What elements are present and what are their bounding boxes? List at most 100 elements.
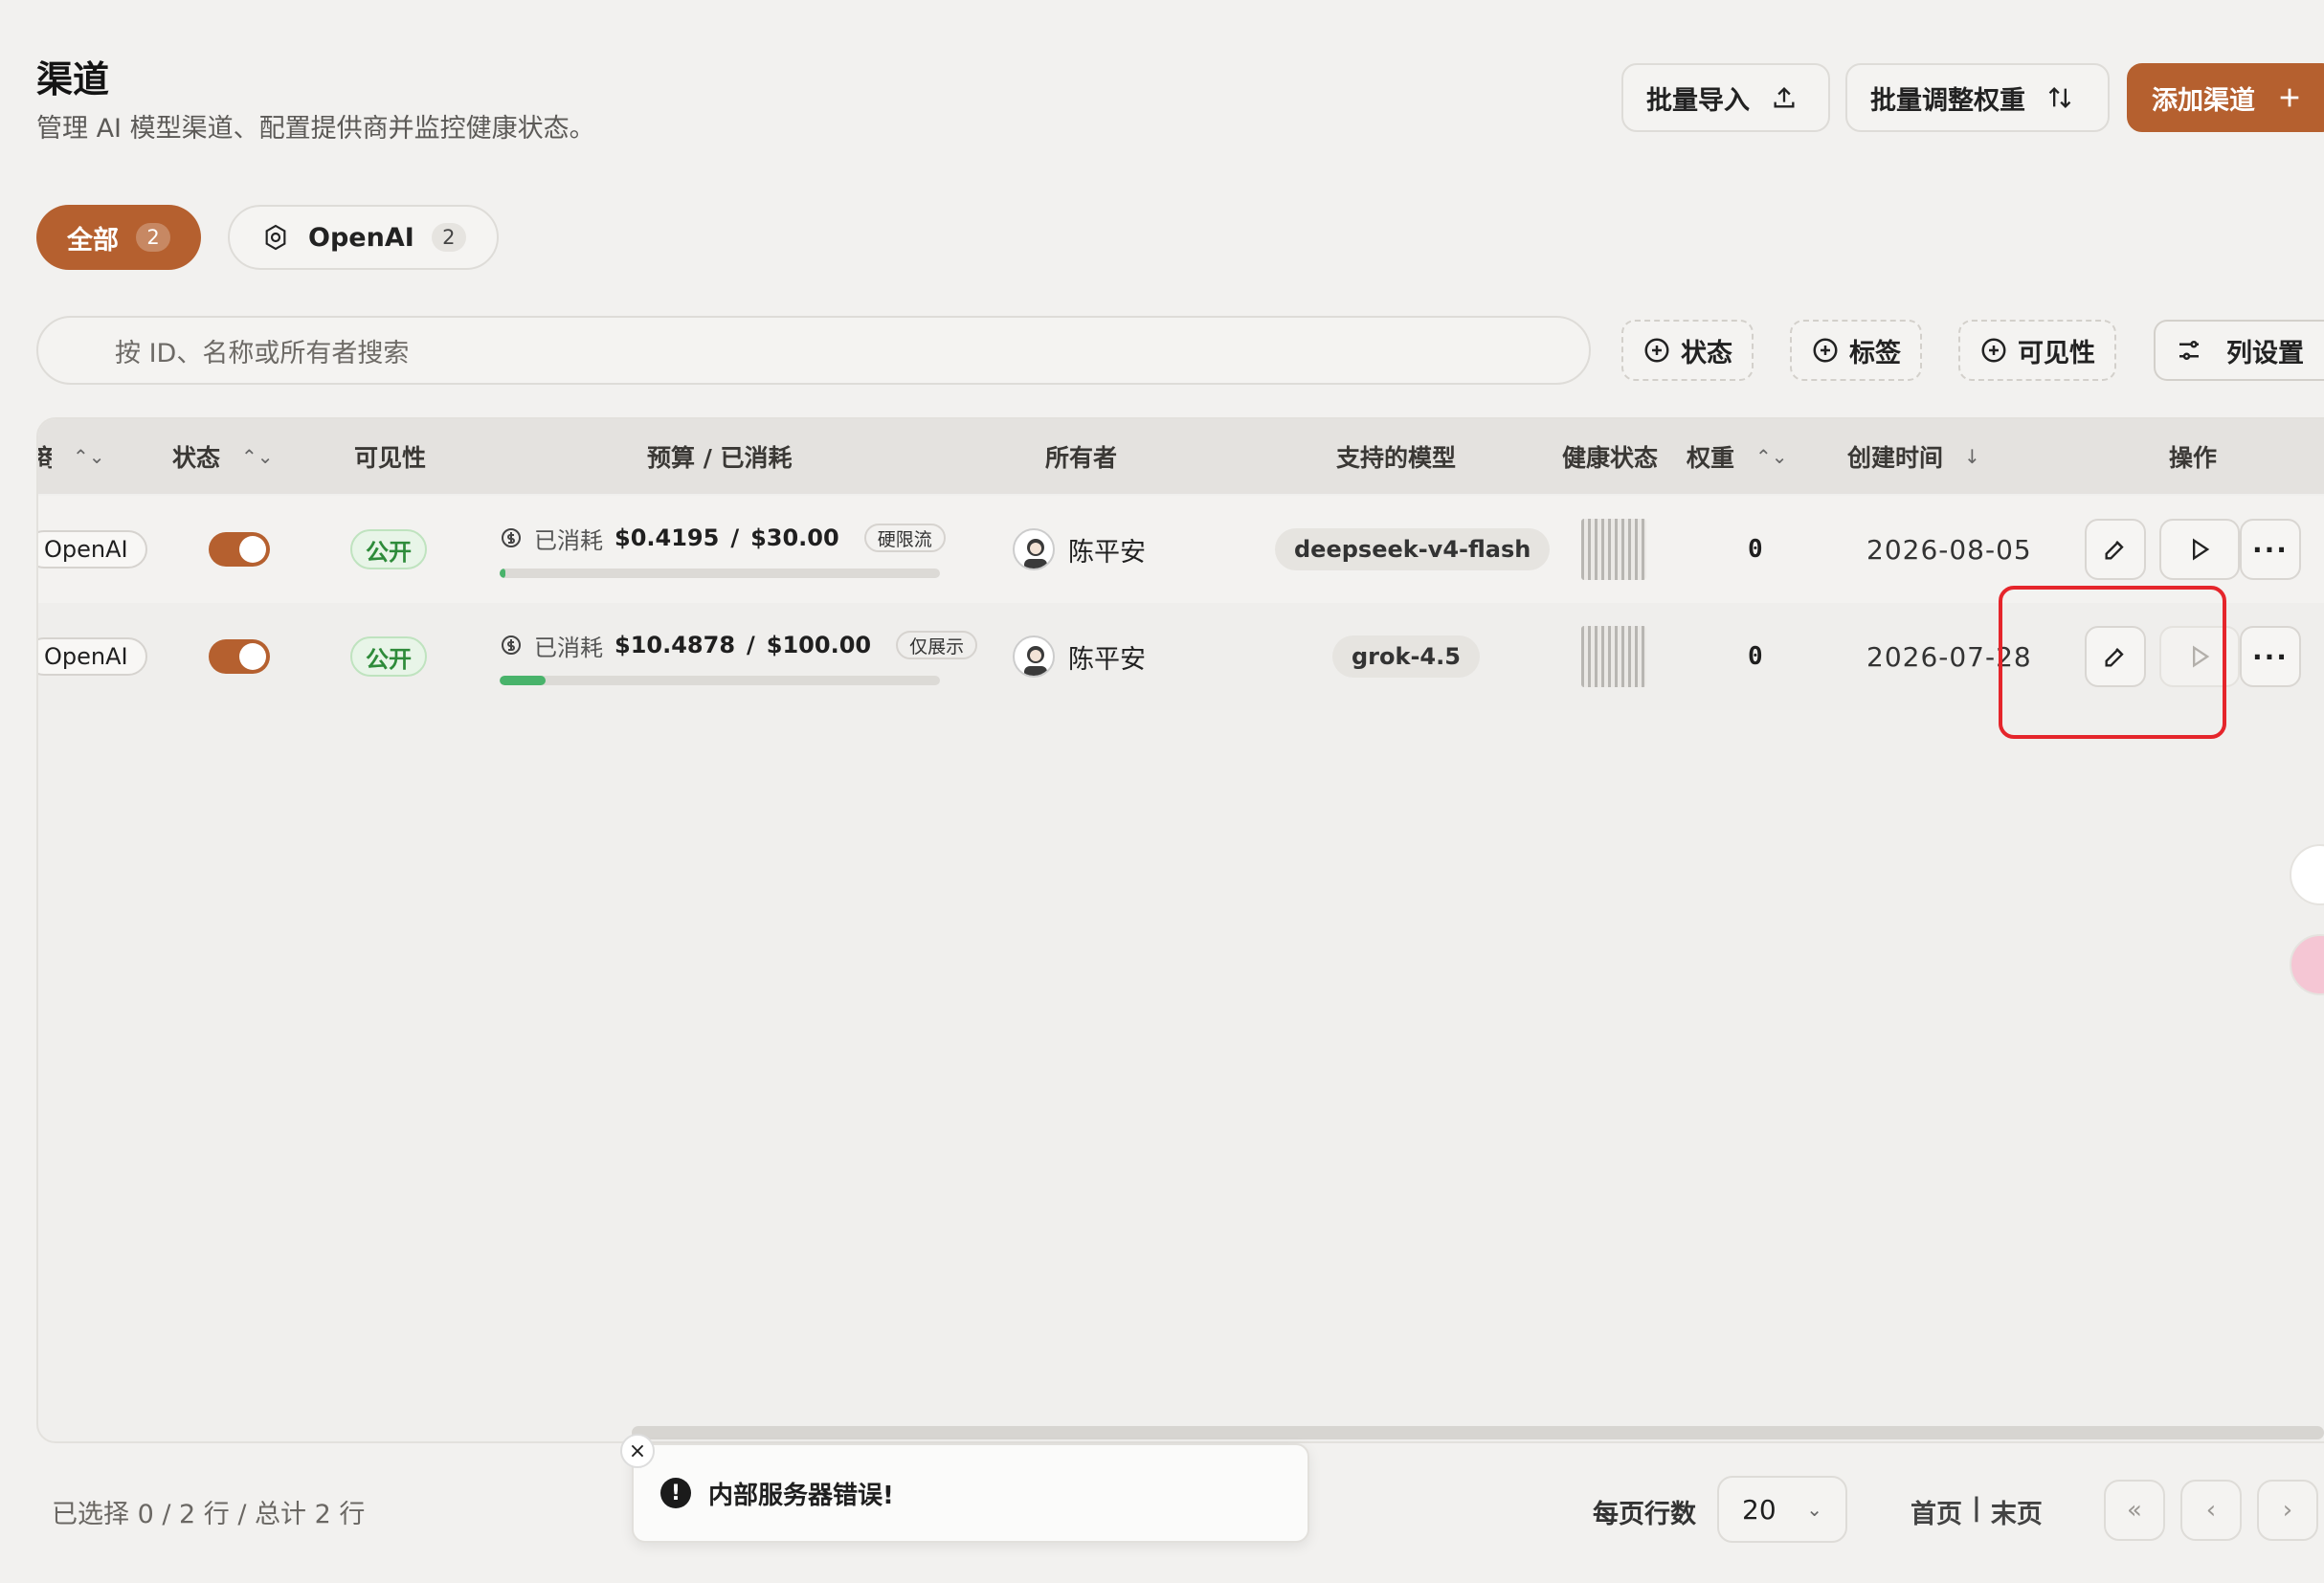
budget-progress xyxy=(500,675,940,685)
col-owner-label: 所有者 xyxy=(1045,444,1118,472)
chip-all-count: 2 xyxy=(136,223,170,252)
provider-pill: OpenAI xyxy=(38,530,147,569)
prev-page-button[interactable]: ‹ xyxy=(2180,1480,2242,1541)
col-health: 健康状态 xyxy=(1562,419,1658,494)
weight-value: 0 xyxy=(1748,535,1763,564)
sliders-icon xyxy=(2179,341,2199,360)
col-created-label: 创建时间 xyxy=(1847,444,1944,472)
col-actions: 操作 xyxy=(2169,419,2217,494)
column-settings-button[interactable]: 列设置 xyxy=(2154,320,2324,381)
toast-message: 内部服务器错误! xyxy=(708,1481,894,1510)
created-value: 2026-08-05 xyxy=(1866,533,2032,566)
col-models: 支持的模型 xyxy=(1336,419,1456,494)
col-weight-label: 权重 xyxy=(1687,444,1735,472)
status-filter-button[interactable]: 状态 xyxy=(1621,320,1754,381)
table-row: OpenAI 公开 已消耗 $0.4195 / $30.00 硬限流 陈平安 d… xyxy=(38,496,2324,603)
spent-value: $0.4195 xyxy=(615,524,720,551)
visibility-badge: 公开 xyxy=(350,529,427,569)
status-cell xyxy=(209,496,270,603)
health-bars xyxy=(1581,519,1646,580)
budget-cell: 已消耗 $0.4195 / $30.00 硬限流 xyxy=(500,496,946,603)
health-cell xyxy=(1581,603,1646,710)
divider: | xyxy=(1972,1493,1981,1523)
openai-icon xyxy=(265,224,286,251)
plus-circle-icon xyxy=(1981,338,2006,363)
sort-arrows-icon xyxy=(2048,87,2071,108)
col-status[interactable]: 状态 ⌃⌄ xyxy=(172,419,274,494)
chevron-down-icon: ⌄ xyxy=(1806,1498,1822,1521)
page-title: 渠道 xyxy=(36,58,110,100)
budget-mode-tag: 硬限流 xyxy=(863,524,946,552)
plus-icon xyxy=(2280,88,2299,107)
col-owner: 所有者 xyxy=(1045,419,1117,494)
status-toggle[interactable] xyxy=(209,639,270,674)
last-page-link[interactable]: 末页 xyxy=(1991,1493,2043,1530)
visibility-cell: 公开 xyxy=(350,603,427,710)
first-page-link[interactable]: 首页 xyxy=(1911,1493,1962,1530)
search-input[interactable]: 按 ID、名称或所有者搜索 xyxy=(36,316,1591,385)
table-header: 商 ⌃⌄ 状态 ⌃⌄ 可见性 预算 / 已消耗 所有者 支持的模型 健康状态 权… xyxy=(38,419,2324,494)
budget-value: $30.00 xyxy=(750,524,839,551)
plus-circle-icon xyxy=(1813,338,1838,363)
rows-per-page-label: 每页行数 xyxy=(1593,1500,1696,1529)
budget-progress-fill xyxy=(500,568,506,578)
rows-per-page-select[interactable]: 20 ⌄ xyxy=(1717,1476,1847,1543)
more-button[interactable]: ··· xyxy=(2240,626,2301,687)
spent-value: $10.4878 xyxy=(615,632,736,658)
batch-weights-button[interactable]: 批量调整权重 xyxy=(1845,63,2110,132)
visibility-filter-button[interactable]: 可见性 xyxy=(1958,320,2116,381)
budget-mode-tag: 仅展示 xyxy=(896,631,978,659)
model-pill: deepseek-v4-flash xyxy=(1275,528,1551,570)
alert-icon: ! xyxy=(660,1478,691,1508)
health-bars xyxy=(1581,626,1646,687)
model-pill: grok-4.5 xyxy=(1332,635,1480,678)
owner-cell: 陈平安 xyxy=(1013,496,1146,603)
budget-sep: / xyxy=(747,632,755,658)
col-weight[interactable]: 权重 ⌃⌄ xyxy=(1687,419,1788,494)
sort-icon: ⌃⌄ xyxy=(241,445,274,468)
weight-value: 0 xyxy=(1748,642,1763,671)
toast-close-button[interactable]: × xyxy=(620,1434,655,1468)
play-icon xyxy=(2193,538,2210,561)
col-created[interactable]: 创建时间 ↓ xyxy=(1847,419,1980,494)
owner-name: 陈平安 xyxy=(1068,537,1146,568)
col-budget: 预算 / 已消耗 xyxy=(647,419,793,494)
budget-value: $100.00 xyxy=(766,632,872,658)
chip-openai-label: OpenAI xyxy=(308,222,414,253)
upload-icon xyxy=(1774,87,1795,108)
tags-filter-label: 标签 xyxy=(1849,338,1901,368)
status-toggle[interactable] xyxy=(209,532,270,567)
chip-all[interactable]: 全部 2 xyxy=(36,205,201,270)
status-cell xyxy=(209,603,270,710)
owner-name: 陈平安 xyxy=(1068,644,1146,675)
add-channel-label: 添加渠道 xyxy=(2152,85,2255,116)
more-icon: ··· xyxy=(2252,533,2289,566)
col-health-label: 健康状态 xyxy=(1562,444,1659,472)
batch-import-button[interactable]: 批量导入 xyxy=(1621,63,1830,132)
horizontal-scrollbar[interactable] xyxy=(632,1426,2324,1439)
add-channel-button[interactable]: 添加渠道 xyxy=(2127,63,2324,132)
column-settings-label: 列设置 xyxy=(2226,338,2304,368)
tags-filter-button[interactable]: 标签 xyxy=(1790,320,1922,381)
status-filter-label: 状态 xyxy=(1681,338,1732,368)
edit-button[interactable] xyxy=(2085,519,2146,580)
col-provider[interactable]: 商 ⌃⌄ xyxy=(38,419,105,494)
budget-cell: 已消耗 $10.4878 / $100.00 仅展示 xyxy=(500,603,978,710)
visibility-badge: 公开 xyxy=(350,636,427,677)
owner-cell: 陈平安 xyxy=(1013,603,1146,710)
dollar-circle-icon xyxy=(502,528,521,547)
chevron-left-icon: ‹ xyxy=(2205,1496,2217,1525)
weight-cell: 0 xyxy=(1748,603,1763,710)
more-button[interactable]: ··· xyxy=(2240,519,2301,580)
next-page-button[interactable]: › xyxy=(2257,1480,2318,1541)
chip-openai[interactable]: OpenAI 2 xyxy=(228,205,499,270)
chip-openai-count: 2 xyxy=(431,223,466,252)
selection-info: 已选择 0 / 2 行 / 总计 2 行 xyxy=(52,1500,366,1529)
col-provider-label: 商 xyxy=(38,439,52,474)
test-button[interactable] xyxy=(2159,519,2240,580)
double-chevron-left-icon: « xyxy=(2127,1496,2142,1525)
budget-sep: / xyxy=(730,524,740,551)
first-page-button[interactable]: « xyxy=(2104,1480,2165,1541)
more-icon: ··· xyxy=(2252,640,2289,673)
provider-cell: OpenAI xyxy=(38,603,147,710)
